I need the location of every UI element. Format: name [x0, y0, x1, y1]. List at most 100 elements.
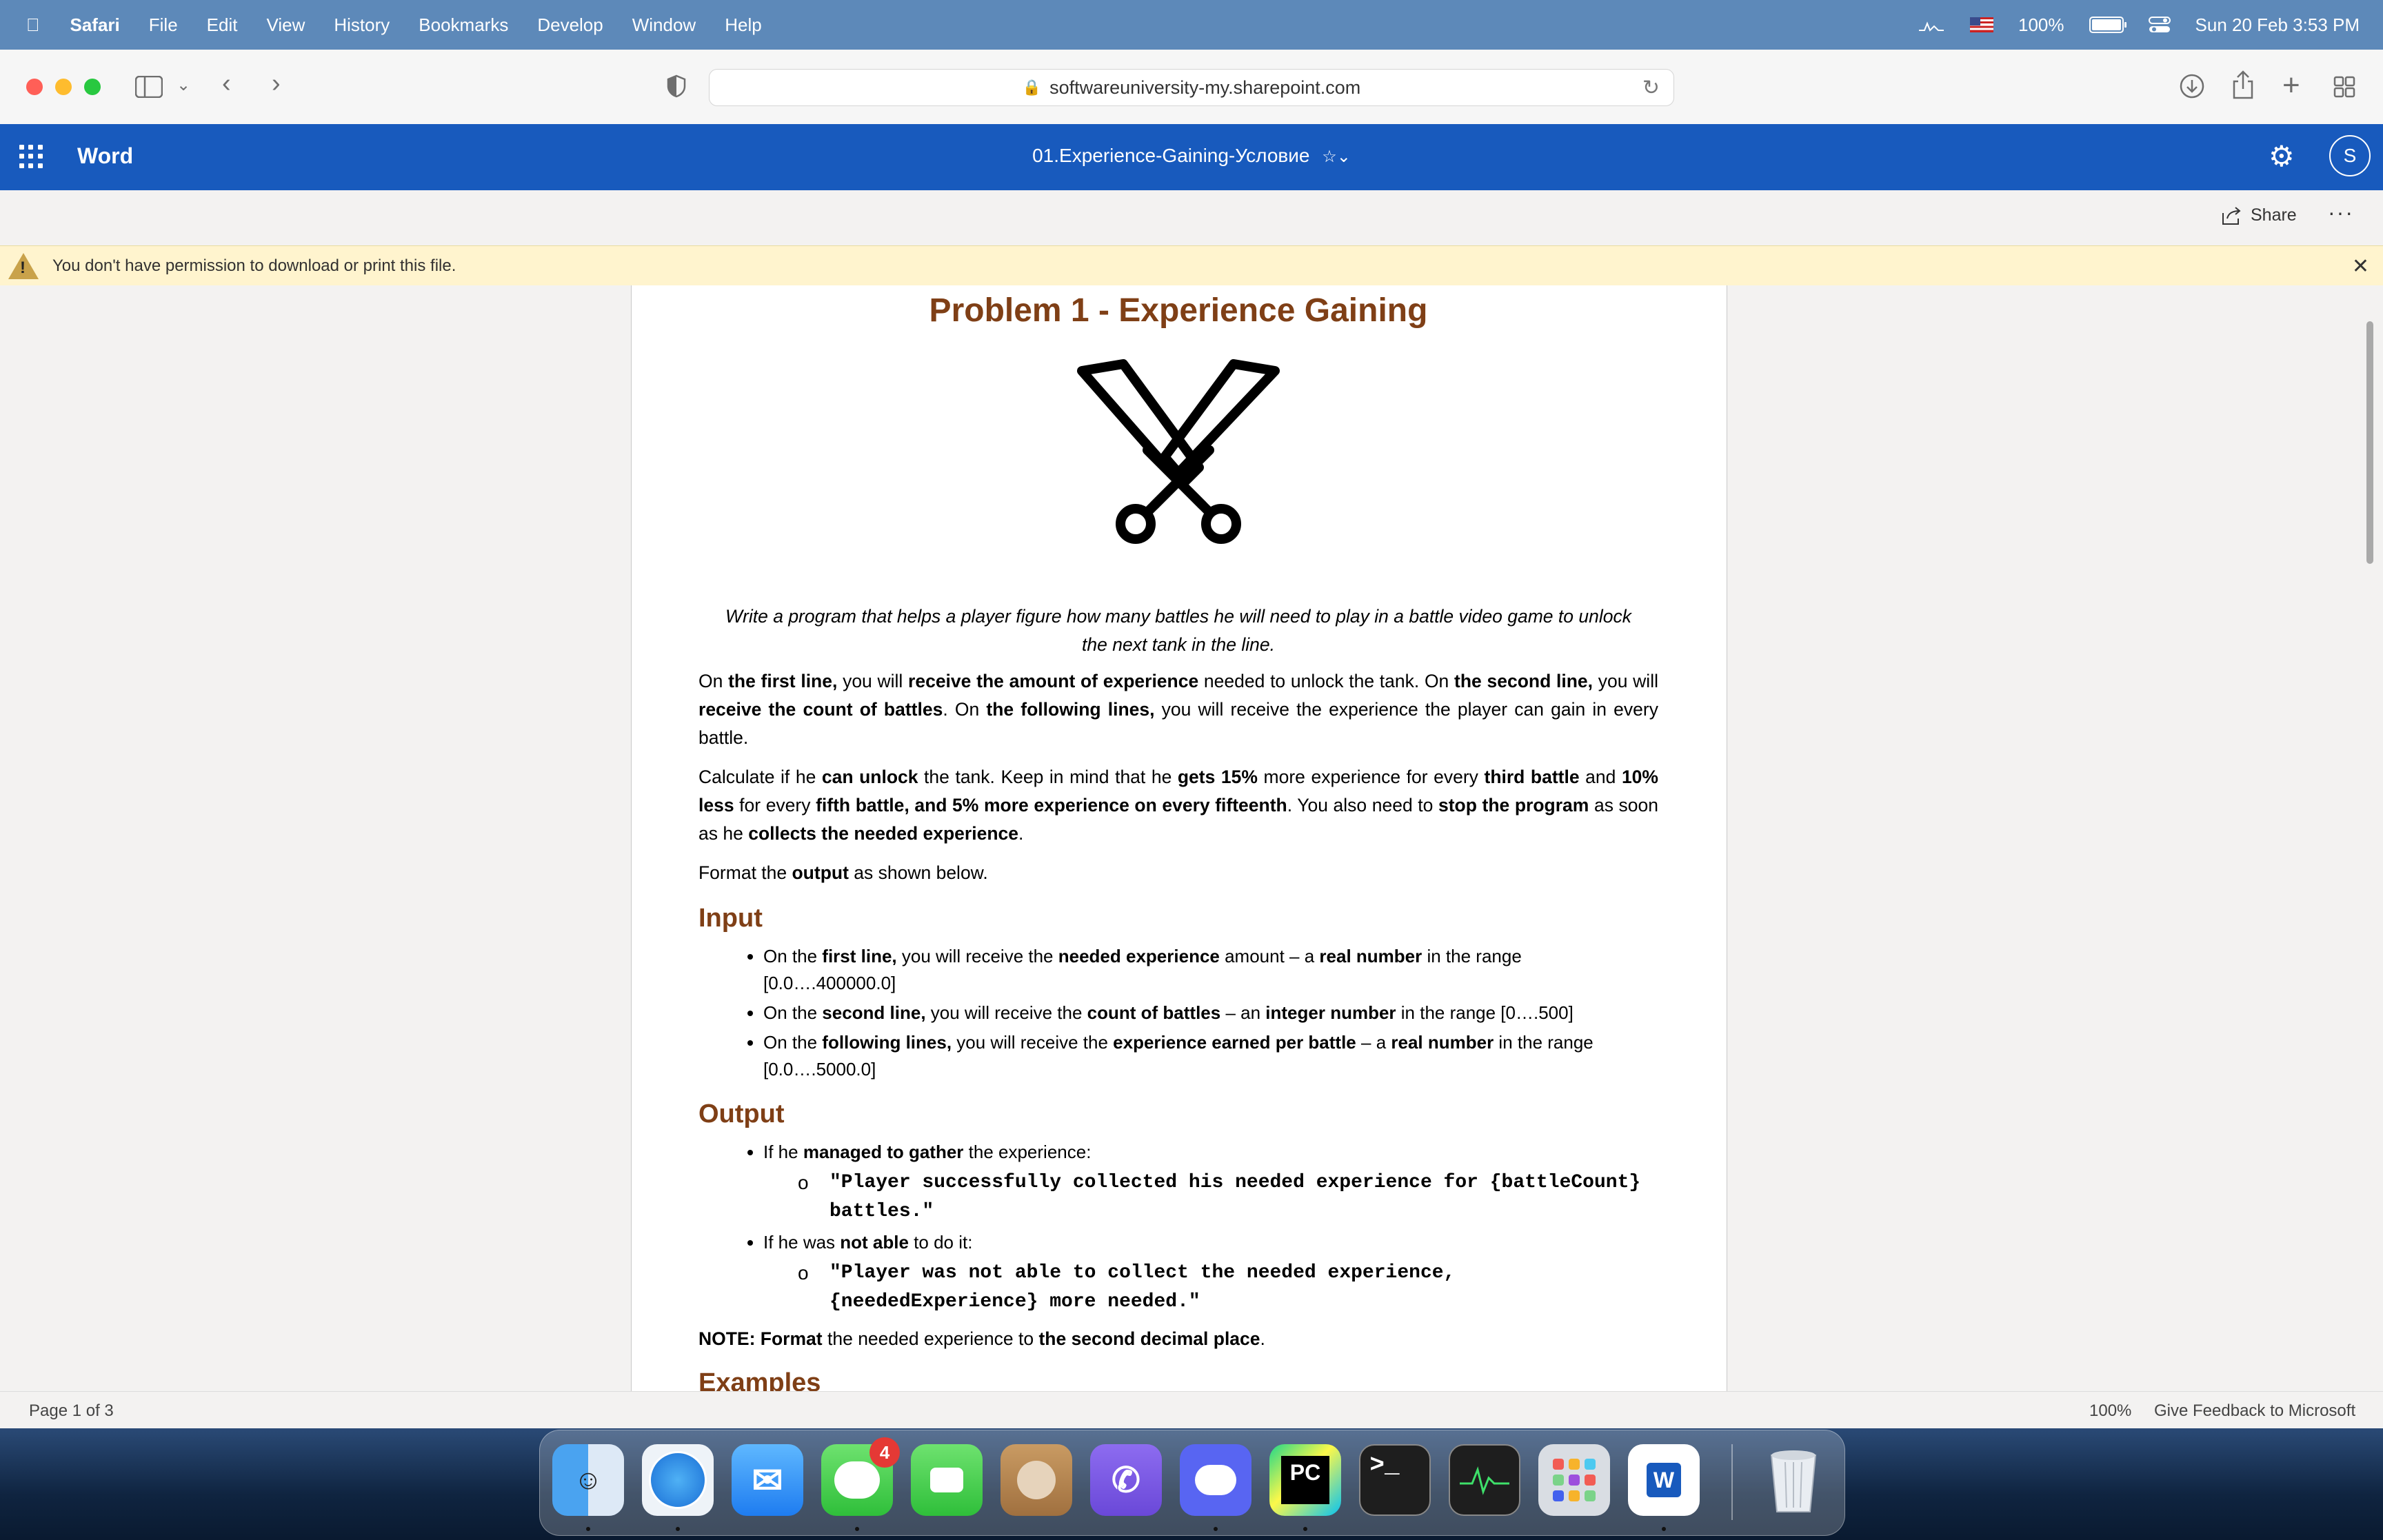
document-title[interactable]: 01.Experience-Gaining-Условие: [1032, 145, 1309, 166]
input-item-1: On the first line, you will receive the …: [763, 943, 1658, 997]
menu-view[interactable]: View: [266, 14, 305, 36]
sidebar-toggle-icon[interactable]: [135, 76, 163, 98]
close-window-button[interactable]: [26, 79, 43, 95]
battery-percentage: 100%: [2018, 14, 2064, 35]
menu-develop[interactable]: Develop: [537, 14, 603, 36]
text-run: more experience for every: [1257, 767, 1485, 787]
downloads-icon[interactable]: [2179, 73, 2205, 99]
viber-icon[interactable]: ✆: [1090, 1444, 1162, 1516]
tab-overview-icon[interactable]: [2333, 76, 2355, 98]
text-run: the following lines,: [986, 699, 1155, 720]
output-item-1: If he managed to gather the experience: …: [763, 1139, 1658, 1226]
document-canvas[interactable]: Problem 1 - Experience Gaining Write a p…: [0, 285, 2383, 1391]
address-bar[interactable]: 🔒 softwareuniversity-my.sharepoint.com ↻: [709, 69, 1674, 106]
terminal-icon[interactable]: >_: [1359, 1444, 1431, 1516]
reload-icon[interactable]: ↻: [1642, 76, 1660, 100]
battery-fill: [2091, 19, 2121, 30]
paragraph-1: On the first line, you will receive the …: [698, 667, 1658, 752]
menu-edit[interactable]: Edit: [207, 14, 238, 36]
discord-icon[interactable]: [1180, 1444, 1251, 1516]
menu-bookmarks[interactable]: Bookmarks: [419, 14, 508, 36]
share-page-icon[interactable]: [2231, 70, 2255, 99]
status-bar: Page 1 of 3 100% Give Feedback to Micros…: [0, 1391, 2383, 1429]
gear-icon[interactable]: ⚙: [2269, 139, 2295, 173]
back-button[interactable]: ‹: [222, 70, 231, 97]
share-icon: [2222, 206, 2241, 225]
word-running-dot: [1662, 1527, 1666, 1531]
minimize-window-button[interactable]: [55, 79, 72, 95]
share-button[interactable]: Share: [2222, 205, 2297, 225]
mail-icon[interactable]: ✉: [732, 1444, 803, 1516]
text-run: as shown below.: [848, 862, 988, 883]
battery-icon[interactable]: [2089, 17, 2126, 33]
forward-button[interactable]: ›: [272, 70, 281, 97]
text-run: second line,: [822, 1002, 926, 1023]
avatar[interactable]: S: [2329, 135, 2371, 176]
terminal-label: >_: [1369, 1451, 1400, 1479]
text-run: following lines,: [822, 1032, 952, 1053]
share-label: Share: [2251, 205, 2297, 225]
problem-title: Problem 1 - Experience Gaining: [929, 292, 1428, 329]
document-title-area[interactable]: 01.Experience-Gaining-Условие ☆⌄: [0, 145, 2383, 167]
text-run: Calculate if he: [698, 767, 822, 787]
note-paragraph: NOTE: Format the needed experience to th…: [698, 1325, 1658, 1353]
text-run: – an: [1220, 1002, 1266, 1023]
text-run: receive the count of battles: [698, 699, 943, 720]
text-run: receive the amount of experience: [908, 671, 1199, 691]
output-item-2: If he was not able to do it: "Player was…: [763, 1229, 1658, 1317]
privacy-shield-icon[interactable]: [666, 74, 687, 98]
finder-icon[interactable]: ☺: [552, 1444, 624, 1516]
page-count: Page 1 of 3: [29, 1401, 114, 1420]
text-run: the second line,: [1454, 671, 1593, 691]
contacts-icon[interactable]: [1001, 1444, 1072, 1516]
word-app-icon[interactable]: W: [1628, 1444, 1700, 1516]
apple-menu-icon[interactable]: : [26, 14, 40, 36]
text-run: If he: [763, 1142, 803, 1162]
trash-icon[interactable]: [1758, 1444, 1829, 1516]
messages-icon[interactable]: 4: [821, 1437, 900, 1516]
chevron-down-icon[interactable]: ⌄: [177, 77, 190, 94]
safari-icon[interactable]: [642, 1444, 714, 1516]
new-tab-icon[interactable]: +: [2282, 70, 2300, 101]
output-item-1-text: If he managed to gather the experience:: [763, 1142, 1091, 1162]
coauthor-icon[interactable]: ☆⌄: [1322, 148, 1351, 166]
more-options-button[interactable]: ···: [2328, 200, 2354, 225]
activity-monitor-icon[interactable]: [1918, 17, 1945, 33]
pycharm-icon[interactable]: PC: [1269, 1444, 1341, 1516]
text-run: experience earned per battle: [1113, 1032, 1356, 1053]
text-run: stop the program: [1438, 795, 1589, 815]
text-run: needed experience: [1058, 946, 1220, 966]
menu-safari[interactable]: Safari: [70, 14, 120, 36]
word-dock-label: W: [1647, 1463, 1681, 1497]
launchpad-icon[interactable]: [1538, 1444, 1610, 1516]
zoom-window-button[interactable]: [84, 79, 101, 95]
command-bar: Share ···: [0, 190, 2383, 245]
macos-menubar:  Safari File Edit View History Bookmark…: [0, 0, 2383, 50]
text-run: and: [1579, 767, 1622, 787]
close-icon[interactable]: ✕: [2352, 254, 2369, 278]
text-run: count of battles: [1087, 1002, 1221, 1023]
discord-running-dot: [1214, 1527, 1218, 1531]
control-center-icon[interactable]: [2148, 16, 2171, 34]
facetime-icon[interactable]: [911, 1444, 983, 1516]
input-list: On the first line, you will receive the …: [698, 943, 1658, 1083]
input-source-flag-icon[interactable]: [1970, 17, 1994, 32]
activity-monitor-app-icon[interactable]: [1449, 1444, 1520, 1516]
text-run: On: [698, 671, 729, 691]
text-run: . You also need to: [1287, 795, 1438, 815]
menu-window[interactable]: Window: [632, 14, 696, 36]
text-run: managed to gather: [803, 1142, 964, 1162]
text-run: you will receive the: [925, 1002, 1087, 1023]
document-page[interactable]: Problem 1 - Experience Gaining Write a p…: [631, 285, 1727, 1391]
text-run: to do it:: [908, 1232, 973, 1253]
warning-icon: !: [8, 253, 39, 279]
clock[interactable]: Sun 20 Feb 3:53 PM: [2195, 14, 2360, 36]
menu-file[interactable]: File: [149, 14, 178, 36]
feedback-link[interactable]: Give Feedback to Microsoft: [2154, 1401, 2355, 1421]
vertical-scrollbar[interactable]: [2366, 321, 2373, 564]
menu-history[interactable]: History: [334, 14, 390, 36]
text-run: real number: [1319, 946, 1422, 966]
zoom-level[interactable]: 100%: [2089, 1401, 2131, 1421]
menu-help[interactable]: Help: [725, 14, 761, 36]
text-run: – a: [1356, 1032, 1391, 1053]
